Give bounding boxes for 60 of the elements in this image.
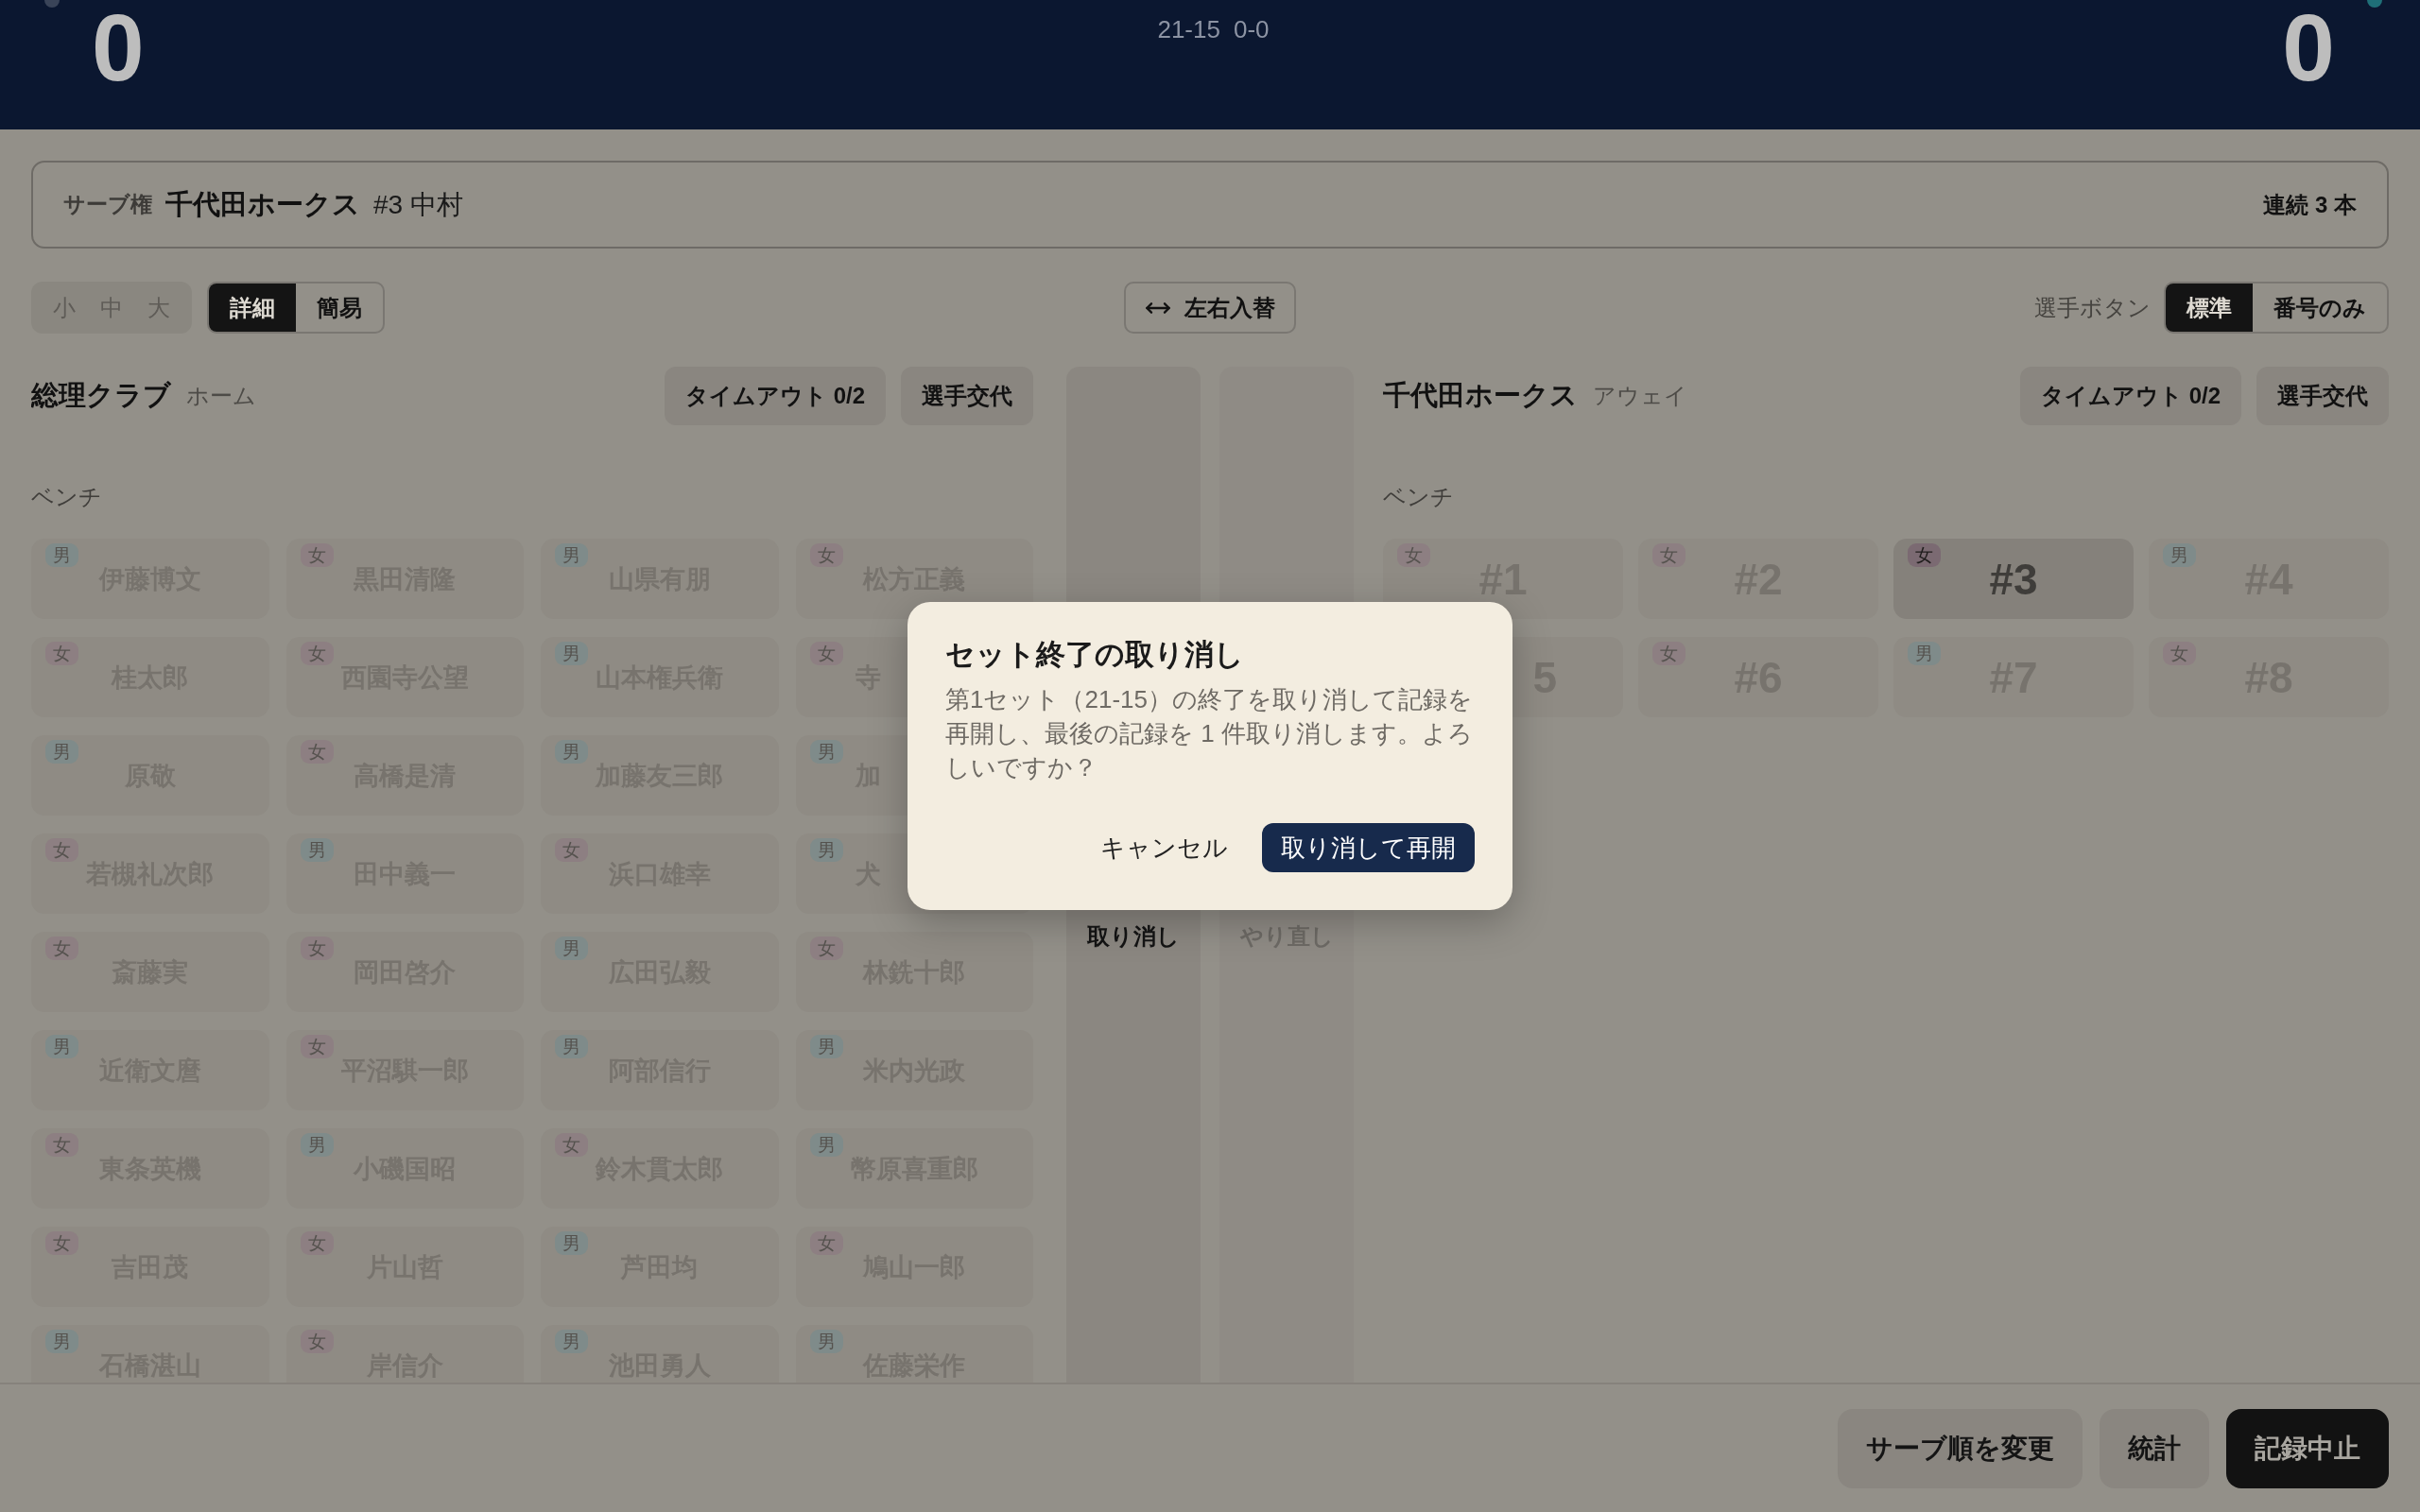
- gender-tag: 女: [300, 936, 334, 960]
- gender-tag: 男: [809, 1035, 843, 1058]
- gender-tag: 女: [1397, 543, 1430, 567]
- gender-tag: 女: [2163, 642, 2196, 665]
- dialog-title: セット終了の取り消し: [945, 637, 1245, 673]
- gender-tag: 男: [555, 936, 588, 960]
- gender-tag: 男: [555, 740, 588, 764]
- dialog-message: 第1セット（21-15）の終了を取り消して記録を再開し、最後の記録を 1 件取り消します。よろしいですか？: [945, 684, 1474, 784]
- gender-tag: 男: [45, 1330, 78, 1353]
- bench-label: ベンチ: [1383, 483, 1454, 511]
- gender-tag: 男: [809, 1133, 843, 1157]
- serving-player: #3 中村: [373, 188, 463, 221]
- gender-tag: 女: [45, 1133, 78, 1157]
- team-side: ホーム: [186, 382, 256, 410]
- gender-tag: 女: [300, 1035, 334, 1058]
- gender-tag: 男: [555, 1231, 588, 1255]
- serving-team: 千代田ホークス: [165, 187, 360, 221]
- gender-tag: 女: [1652, 543, 1685, 567]
- serve-streak: 連続 3 本: [2263, 190, 2357, 219]
- gender-tag: 女: [45, 838, 78, 862]
- gender-tag: 女: [809, 936, 843, 960]
- gender-tag: 男: [300, 838, 334, 862]
- gender-tag: 女: [1652, 642, 1685, 665]
- gender-tag: 男: [809, 838, 843, 862]
- gender-tag: 男: [555, 1035, 588, 1058]
- player-button-label: 選手ボタン: [2034, 293, 2151, 322]
- gender-tag: 女: [45, 642, 78, 665]
- team-side: アウェイ: [1593, 382, 1687, 410]
- gender-tag: 男: [809, 1330, 843, 1353]
- bench-label: ベンチ: [31, 483, 102, 511]
- gender-tag: 男: [2163, 543, 2196, 567]
- gender-tag: 男: [45, 543, 78, 567]
- gender-tag: 女: [300, 543, 334, 567]
- set-scores: 21-15: [1157, 15, 1220, 44]
- team-score: 0: [92, 0, 145, 94]
- gender-tag: 男: [555, 642, 588, 665]
- team-name: 千代田ホークス: [1383, 379, 1578, 412]
- gender-tag: 女: [300, 642, 334, 665]
- gender-tag: 男: [1908, 642, 1941, 665]
- gender-tag: 男: [300, 1133, 334, 1157]
- gender-tag: 女: [1908, 543, 1941, 567]
- gender-tag: 女: [45, 936, 78, 960]
- gender-tag: 男: [809, 740, 843, 764]
- gender-tag: 女: [555, 838, 588, 862]
- gender-tag: 男: [45, 1035, 78, 1058]
- serve-label: サーブ権: [63, 191, 152, 218]
- team-score: 0: [2282, 0, 2335, 94]
- gender-tag: 女: [300, 740, 334, 764]
- gender-tag: 女: [555, 1133, 588, 1157]
- team-name: 総理クラブ: [31, 379, 171, 412]
- gender-tag: 女: [809, 642, 843, 665]
- gender-tag: 男: [45, 740, 78, 764]
- gender-tag: 女: [809, 1231, 843, 1255]
- gender-tag: 男: [555, 543, 588, 567]
- game-score: 0-0: [1233, 15, 1270, 44]
- gender-tag: 女: [809, 543, 843, 567]
- gender-tag: 女: [300, 1330, 334, 1353]
- gender-tag: 女: [300, 1231, 334, 1255]
- gender-tag: 女: [45, 1231, 78, 1255]
- gender-tag: 男: [555, 1330, 588, 1353]
